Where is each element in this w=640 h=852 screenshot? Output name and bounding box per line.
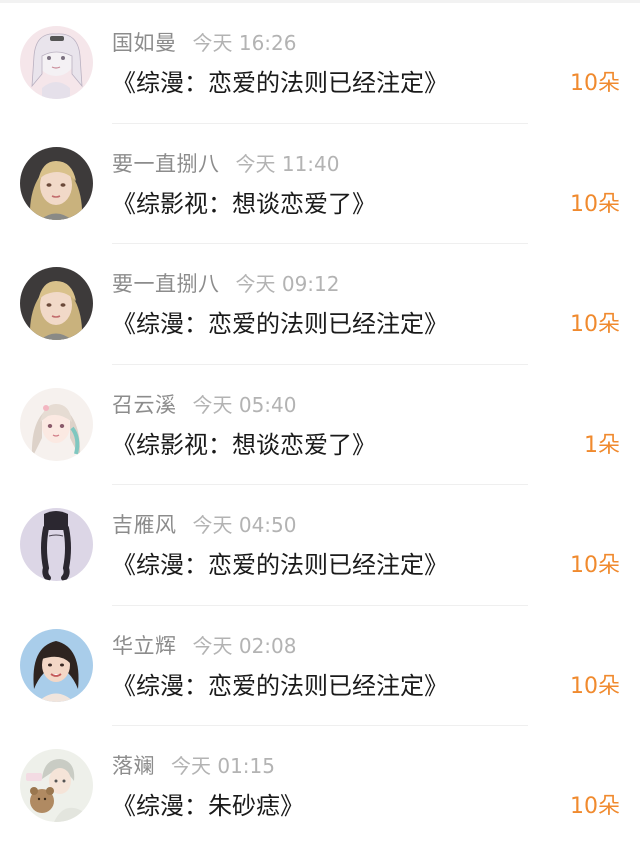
list-item[interactable]: 吉雁风 今天 04:50 《综漫：恋爱的法则已经注定》 10朵	[0, 485, 640, 606]
flower-count: 10朵	[570, 71, 620, 96]
user-name[interactable]: 吉雁风	[112, 513, 177, 537]
book-title[interactable]: 《综漫：朱砂痣》	[112, 789, 304, 823]
flower-count: 10朵	[570, 191, 620, 217]
book-title[interactable]: 《综漫：恋爱的法则已经注定》	[112, 66, 448, 100]
timestamp: 今天 09:12	[235, 272, 340, 296]
book-title[interactable]: 《综影视：想谈恋爱了》	[112, 428, 376, 462]
anime-boy-teddy-bear-avatar[interactable]	[20, 749, 93, 822]
item-meta: 吉雁风 今天 04:50	[112, 510, 297, 540]
user-name[interactable]: 华立辉	[112, 634, 177, 658]
black-braids-avatar[interactable]	[20, 508, 93, 581]
timestamp: 今天 01:15	[171, 754, 275, 778]
book-title[interactable]: 《综漫：恋爱的法则已经注定》	[112, 307, 448, 341]
book-title[interactable]: 《综影视：想谈恋爱了》	[112, 187, 376, 221]
user-name[interactable]: 要一直捌八	[112, 152, 220, 176]
flower-count: 10朵	[570, 312, 620, 337]
timestamp: 今天 04:50	[192, 513, 297, 537]
gift-record-list: 国如曼 今天 16:26 《综漫：恋爱的法则已经注定》 10朵 要一直捌八 今天 1…	[0, 3, 640, 847]
anime-girl-white-hair-avatar[interactable]	[20, 26, 93, 99]
timestamp: 今天 05:40	[192, 392, 297, 417]
flower-count: 10朵	[570, 794, 620, 819]
flower-count: 10朵	[570, 673, 620, 699]
item-meta: 落斓 今天 01:15	[112, 751, 275, 781]
list-item[interactable]: 华立辉 今天 02:08 《综漫：恋爱的法则已经注定》 10朵	[0, 606, 640, 726]
flower-count: 10朵	[570, 553, 620, 578]
book-title[interactable]: 《综漫：恋爱的法则已经注定》	[112, 548, 448, 582]
list-item[interactable]: 召云溪 今天 05:40 《综影视：想谈恋爱了》 1朵	[0, 365, 640, 485]
timestamp: 今天 02:08	[192, 633, 297, 658]
item-meta: 国如曼 今天 16:26	[112, 28, 297, 58]
flower-count: 1朵	[584, 432, 620, 458]
list-item[interactable]: 国如曼 今天 16:26 《综漫：恋爱的法则已经注定》 10朵	[0, 3, 640, 124]
item-meta: 华立辉 今天 02:08	[112, 631, 297, 661]
user-name[interactable]: 召云溪	[112, 393, 177, 417]
item-meta: 要一直捌八 今天 11:40	[112, 149, 340, 179]
item-meta: 要一直捌八 今天 09:12	[112, 269, 340, 299]
timestamp: 今天 11:40	[235, 151, 340, 176]
list-item[interactable]: 要一直捌八 今天 09:12 《综漫：恋爱的法则已经注定》 10朵	[0, 244, 640, 365]
list-item[interactable]: 要一直捌八 今天 11:40 《综影视：想谈恋爱了》 10朵	[0, 124, 640, 244]
anime-girl-teal-hair-avatar[interactable]	[20, 387, 93, 461]
list-item[interactable]: 落斓 今天 01:15 《综漫：朱砂痣》 10朵	[0, 726, 640, 847]
timestamp: 今天 16:26	[192, 31, 297, 55]
item-meta: 召云溪 今天 05:40	[112, 390, 297, 420]
user-name[interactable]: 落斓	[112, 754, 155, 778]
user-name[interactable]: 要一直捌八	[112, 272, 220, 296]
blonde-girl-portrait-avatar[interactable]	[20, 146, 93, 220]
book-title[interactable]: 《综漫：恋爱的法则已经注定》	[112, 669, 448, 703]
user-name[interactable]: 国如曼	[112, 31, 177, 55]
woman-photo-avatar[interactable]	[20, 628, 93, 702]
blonde-girl-portrait-avatar[interactable]	[20, 267, 93, 340]
